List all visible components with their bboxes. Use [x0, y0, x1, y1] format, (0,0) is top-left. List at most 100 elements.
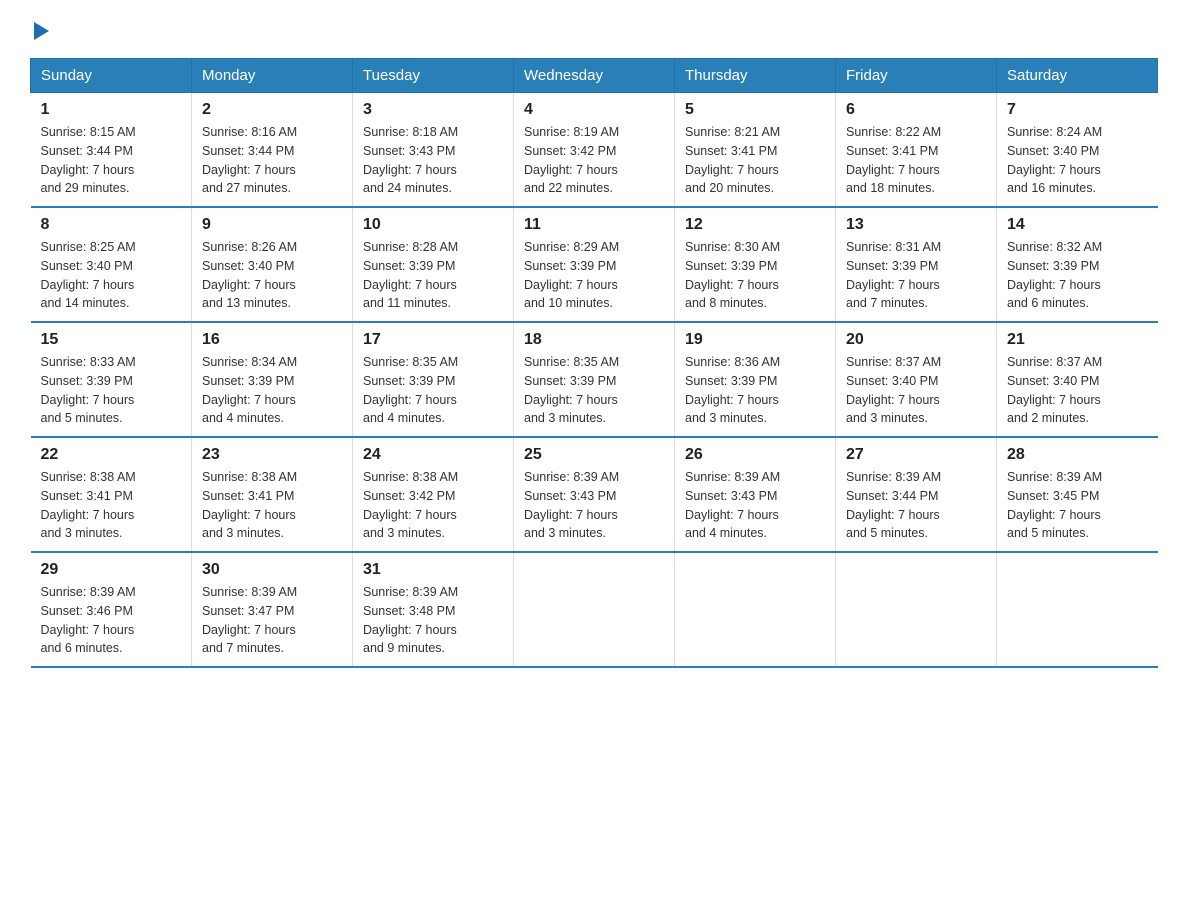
day-cell: 24 Sunrise: 8:38 AMSunset: 3:42 PMDaylig… [353, 437, 514, 552]
header-saturday: Saturday [997, 59, 1158, 93]
day-cell: 5 Sunrise: 8:21 AMSunset: 3:41 PMDayligh… [675, 93, 836, 208]
day-info: Sunrise: 8:36 AMSunset: 3:39 PMDaylight:… [685, 353, 825, 428]
day-cell: 18 Sunrise: 8:35 AMSunset: 3:39 PMDaylig… [514, 322, 675, 437]
day-cell: 30 Sunrise: 8:39 AMSunset: 3:47 PMDaylig… [192, 552, 353, 667]
day-cell: 20 Sunrise: 8:37 AMSunset: 3:40 PMDaylig… [836, 322, 997, 437]
day-number: 18 [524, 331, 664, 349]
day-number: 26 [685, 446, 825, 464]
day-cell: 27 Sunrise: 8:39 AMSunset: 3:44 PMDaylig… [836, 437, 997, 552]
page-header [30, 20, 1158, 38]
day-cell: 6 Sunrise: 8:22 AMSunset: 3:41 PMDayligh… [836, 93, 997, 208]
day-number: 28 [1007, 446, 1148, 464]
day-cell: 4 Sunrise: 8:19 AMSunset: 3:42 PMDayligh… [514, 93, 675, 208]
day-info: Sunrise: 8:38 AMSunset: 3:42 PMDaylight:… [363, 468, 503, 543]
day-number: 17 [363, 331, 503, 349]
day-info: Sunrise: 8:19 AMSunset: 3:42 PMDaylight:… [524, 123, 664, 198]
day-info: Sunrise: 8:31 AMSunset: 3:39 PMDaylight:… [846, 238, 986, 313]
day-number: 13 [846, 216, 986, 234]
day-info: Sunrise: 8:24 AMSunset: 3:40 PMDaylight:… [1007, 123, 1148, 198]
day-cell: 1 Sunrise: 8:15 AMSunset: 3:44 PMDayligh… [31, 93, 192, 208]
day-cell: 3 Sunrise: 8:18 AMSunset: 3:43 PMDayligh… [353, 93, 514, 208]
day-cell: 7 Sunrise: 8:24 AMSunset: 3:40 PMDayligh… [997, 93, 1158, 208]
day-cell: 23 Sunrise: 8:38 AMSunset: 3:41 PMDaylig… [192, 437, 353, 552]
day-info: Sunrise: 8:39 AMSunset: 3:45 PMDaylight:… [1007, 468, 1148, 543]
day-number: 11 [524, 216, 664, 234]
header-sunday: Sunday [31, 59, 192, 93]
header-monday: Monday [192, 59, 353, 93]
day-number: 21 [1007, 331, 1148, 349]
day-cell: 11 Sunrise: 8:29 AMSunset: 3:39 PMDaylig… [514, 207, 675, 322]
day-cell [997, 552, 1158, 667]
day-cell: 17 Sunrise: 8:35 AMSunset: 3:39 PMDaylig… [353, 322, 514, 437]
day-number: 15 [41, 331, 182, 349]
day-info: Sunrise: 8:37 AMSunset: 3:40 PMDaylight:… [846, 353, 986, 428]
header-tuesday: Tuesday [353, 59, 514, 93]
day-cell [836, 552, 997, 667]
header-wednesday: Wednesday [514, 59, 675, 93]
day-cell: 29 Sunrise: 8:39 AMSunset: 3:46 PMDaylig… [31, 552, 192, 667]
day-number: 27 [846, 446, 986, 464]
day-info: Sunrise: 8:15 AMSunset: 3:44 PMDaylight:… [41, 123, 182, 198]
day-cell [514, 552, 675, 667]
day-info: Sunrise: 8:18 AMSunset: 3:43 PMDaylight:… [363, 123, 503, 198]
day-number: 20 [846, 331, 986, 349]
day-number: 3 [363, 101, 503, 119]
day-cell: 22 Sunrise: 8:38 AMSunset: 3:41 PMDaylig… [31, 437, 192, 552]
day-info: Sunrise: 8:22 AMSunset: 3:41 PMDaylight:… [846, 123, 986, 198]
day-cell: 21 Sunrise: 8:37 AMSunset: 3:40 PMDaylig… [997, 322, 1158, 437]
day-info: Sunrise: 8:21 AMSunset: 3:41 PMDaylight:… [685, 123, 825, 198]
day-info: Sunrise: 8:39 AMSunset: 3:47 PMDaylight:… [202, 583, 342, 658]
week-row-2: 8 Sunrise: 8:25 AMSunset: 3:40 PMDayligh… [31, 207, 1158, 322]
day-info: Sunrise: 8:26 AMSunset: 3:40 PMDaylight:… [202, 238, 342, 313]
day-info: Sunrise: 8:39 AMSunset: 3:48 PMDaylight:… [363, 583, 503, 658]
day-info: Sunrise: 8:33 AMSunset: 3:39 PMDaylight:… [41, 353, 182, 428]
day-info: Sunrise: 8:25 AMSunset: 3:40 PMDaylight:… [41, 238, 182, 313]
day-number: 10 [363, 216, 503, 234]
day-number: 29 [41, 561, 182, 579]
week-row-5: 29 Sunrise: 8:39 AMSunset: 3:46 PMDaylig… [31, 552, 1158, 667]
day-info: Sunrise: 8:37 AMSunset: 3:40 PMDaylight:… [1007, 353, 1148, 428]
day-cell [675, 552, 836, 667]
logo [30, 20, 49, 38]
week-row-4: 22 Sunrise: 8:38 AMSunset: 3:41 PMDaylig… [31, 437, 1158, 552]
day-info: Sunrise: 8:28 AMSunset: 3:39 PMDaylight:… [363, 238, 503, 313]
day-number: 25 [524, 446, 664, 464]
day-cell: 2 Sunrise: 8:16 AMSunset: 3:44 PMDayligh… [192, 93, 353, 208]
day-info: Sunrise: 8:16 AMSunset: 3:44 PMDaylight:… [202, 123, 342, 198]
day-info: Sunrise: 8:39 AMSunset: 3:46 PMDaylight:… [41, 583, 182, 658]
day-number: 6 [846, 101, 986, 119]
day-number: 9 [202, 216, 342, 234]
logo-arrow-icon [34, 22, 49, 40]
day-number: 24 [363, 446, 503, 464]
day-number: 1 [41, 101, 182, 119]
day-number: 30 [202, 561, 342, 579]
day-info: Sunrise: 8:32 AMSunset: 3:39 PMDaylight:… [1007, 238, 1148, 313]
day-cell: 12 Sunrise: 8:30 AMSunset: 3:39 PMDaylig… [675, 207, 836, 322]
day-cell: 25 Sunrise: 8:39 AMSunset: 3:43 PMDaylig… [514, 437, 675, 552]
day-cell: 10 Sunrise: 8:28 AMSunset: 3:39 PMDaylig… [353, 207, 514, 322]
day-info: Sunrise: 8:34 AMSunset: 3:39 PMDaylight:… [202, 353, 342, 428]
day-info: Sunrise: 8:29 AMSunset: 3:39 PMDaylight:… [524, 238, 664, 313]
day-cell: 15 Sunrise: 8:33 AMSunset: 3:39 PMDaylig… [31, 322, 192, 437]
header-thursday: Thursday [675, 59, 836, 93]
day-cell: 8 Sunrise: 8:25 AMSunset: 3:40 PMDayligh… [31, 207, 192, 322]
day-info: Sunrise: 8:35 AMSunset: 3:39 PMDaylight:… [363, 353, 503, 428]
day-number: 5 [685, 101, 825, 119]
day-cell: 16 Sunrise: 8:34 AMSunset: 3:39 PMDaylig… [192, 322, 353, 437]
day-cell: 28 Sunrise: 8:39 AMSunset: 3:45 PMDaylig… [997, 437, 1158, 552]
calendar-header-row: SundayMondayTuesdayWednesdayThursdayFrid… [31, 59, 1158, 93]
day-info: Sunrise: 8:30 AMSunset: 3:39 PMDaylight:… [685, 238, 825, 313]
day-number: 8 [41, 216, 182, 234]
day-cell: 13 Sunrise: 8:31 AMSunset: 3:39 PMDaylig… [836, 207, 997, 322]
calendar-table: SundayMondayTuesdayWednesdayThursdayFrid… [30, 58, 1158, 668]
day-info: Sunrise: 8:38 AMSunset: 3:41 PMDaylight:… [41, 468, 182, 543]
day-info: Sunrise: 8:39 AMSunset: 3:43 PMDaylight:… [524, 468, 664, 543]
day-number: 12 [685, 216, 825, 234]
day-number: 22 [41, 446, 182, 464]
day-number: 16 [202, 331, 342, 349]
day-cell: 9 Sunrise: 8:26 AMSunset: 3:40 PMDayligh… [192, 207, 353, 322]
day-cell: 19 Sunrise: 8:36 AMSunset: 3:39 PMDaylig… [675, 322, 836, 437]
day-number: 4 [524, 101, 664, 119]
day-number: 7 [1007, 101, 1148, 119]
week-row-3: 15 Sunrise: 8:33 AMSunset: 3:39 PMDaylig… [31, 322, 1158, 437]
